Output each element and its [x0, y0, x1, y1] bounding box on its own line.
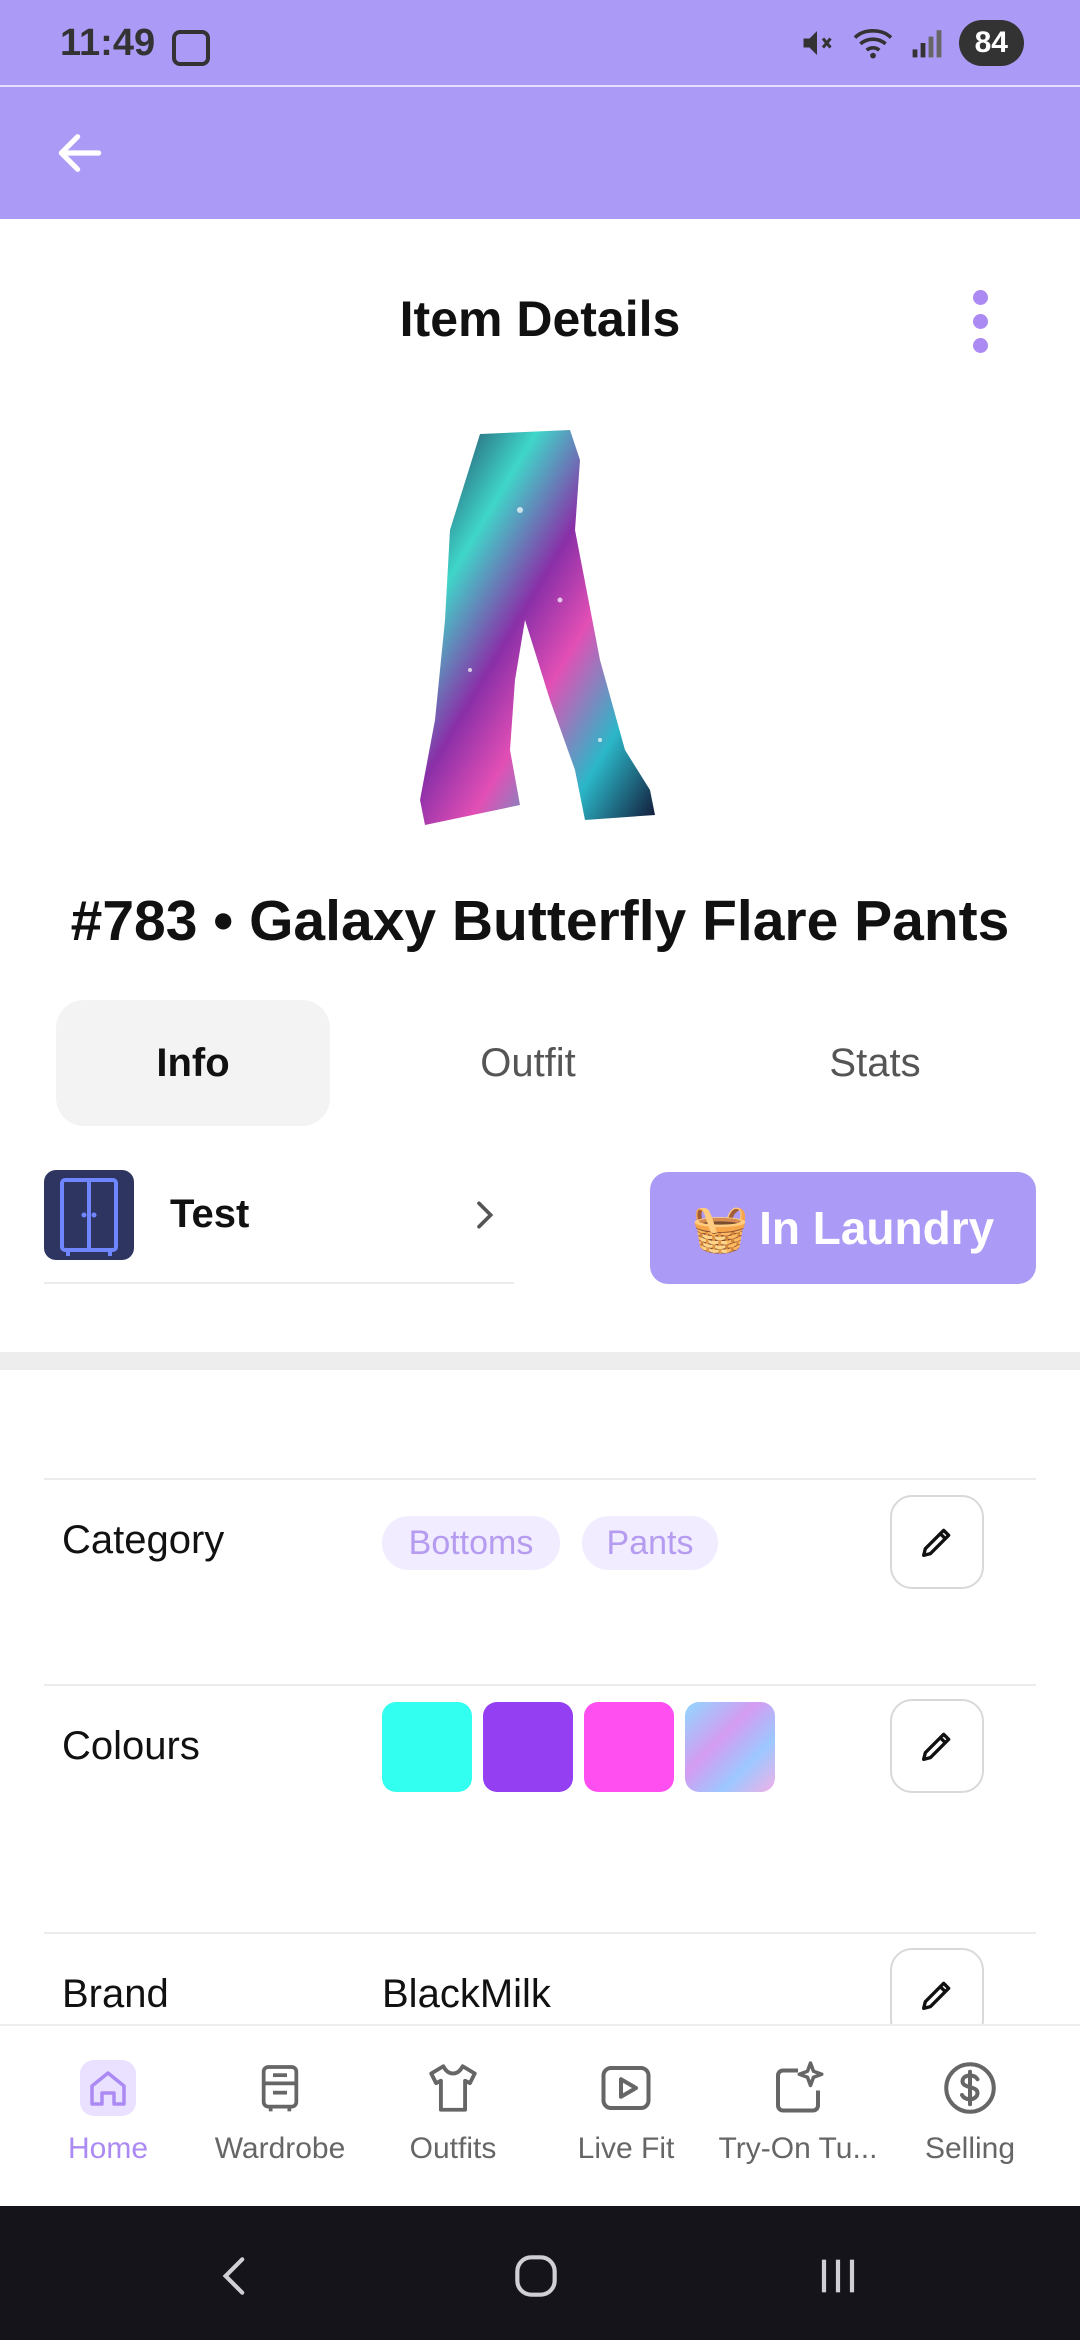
- row-divider: [44, 1932, 1036, 1934]
- tab-info[interactable]: Info: [56, 1000, 330, 1126]
- tab-outfit[interactable]: Outfit: [400, 1000, 656, 1126]
- app-bar: [0, 87, 1080, 219]
- system-navigation-bar: [0, 2206, 1080, 2340]
- status-bar: 11:49 84: [0, 0, 1080, 86]
- brand-label: Brand: [62, 1972, 169, 2016]
- battery-indicator: 84: [958, 20, 1024, 66]
- laundry-label: In Laundry: [759, 1202, 995, 1254]
- system-back-button[interactable]: [196, 2236, 276, 2316]
- sparkle-icon: [766, 2056, 830, 2120]
- wardrobe-icon: [248, 2056, 312, 2120]
- nav-live-fit[interactable]: Live Fit: [540, 2056, 712, 2186]
- nav-wardrobe[interactable]: Wardrobe: [194, 2056, 366, 2186]
- nav-label: Live Fit: [577, 2132, 675, 2165]
- status-icons: 84: [799, 20, 1024, 66]
- row-divider: [44, 1684, 1036, 1686]
- chevron-left-icon: [222, 2257, 245, 2295]
- item-image[interactable]: [400, 420, 680, 850]
- pencil-icon: [922, 1732, 951, 1761]
- nav-label: Outfits: [409, 2132, 497, 2165]
- category-tag: Pants: [582, 1516, 718, 1570]
- wifi-icon: [853, 29, 892, 59]
- colour-swatch-cyan: [382, 1702, 472, 1792]
- status-time: 11:49: [60, 22, 156, 64]
- dot-icon: [972, 313, 988, 329]
- colour-swatch-purple: [483, 1702, 573, 1792]
- wardrobe-selector[interactable]: Test: [44, 1170, 514, 1284]
- system-home-button[interactable]: [496, 2236, 576, 2316]
- more-options-button[interactable]: [950, 284, 1010, 358]
- row-divider: [44, 1478, 1036, 1480]
- signal-icon: [912, 30, 942, 58]
- bottom-navigation: Home Wardrobe Outfits Live Fit Try-On Tu…: [0, 2024, 1080, 2204]
- mute-icon: [803, 31, 832, 55]
- back-arrow-icon: [58, 134, 102, 172]
- nav-label: Wardrobe: [214, 2132, 346, 2165]
- category-label: Category: [62, 1518, 225, 1562]
- item-name: #783 • Galaxy Butterfly Flare Pants: [70, 889, 1010, 953]
- system-recents-button[interactable]: [798, 2236, 878, 2316]
- wardrobe-name: Test: [170, 1192, 250, 1236]
- back-button[interactable]: [44, 117, 116, 189]
- pencil-icon: [922, 1528, 951, 1557]
- section-divider: [0, 1352, 1080, 1370]
- recents-icon: [821, 2259, 855, 2293]
- home-icon: [76, 2056, 140, 2120]
- nav-selling[interactable]: Selling: [884, 2056, 1056, 2186]
- nav-label: Selling: [924, 2132, 1016, 2165]
- wardrobe-icon: [60, 1178, 118, 1256]
- colour-swatch-pink: [584, 1702, 674, 1792]
- nav-outfits[interactable]: Outfits: [367, 2056, 539, 2186]
- edit-category-button[interactable]: [890, 1495, 984, 1589]
- colour-swatch-gradient: [685, 1702, 775, 1792]
- shirt-icon: [421, 2056, 485, 2120]
- pencil-icon: [922, 1981, 951, 2010]
- nav-label: Home: [67, 2132, 149, 2165]
- laundry-status-button[interactable]: 🧺 In Laundry: [650, 1172, 1036, 1284]
- dot-icon: [972, 337, 988, 353]
- home-circle-icon: [515, 2255, 557, 2297]
- chevron-right-icon: [477, 1201, 494, 1229]
- nav-try-on[interactable]: Try-On Tu...: [712, 2056, 884, 2186]
- brand-value: BlackMilk: [382, 1972, 551, 2016]
- page-title: Item Details: [399, 291, 681, 347]
- tab-stats[interactable]: Stats: [750, 1000, 1000, 1126]
- play-icon: [594, 2056, 658, 2120]
- colours-label: Colours: [62, 1724, 200, 1768]
- dot-icon: [972, 289, 988, 305]
- dollar-icon: [938, 2056, 1002, 2120]
- laundry-basket-icon: 🧺: [691, 1201, 750, 1254]
- wardrobe-thumbnail: [44, 1170, 134, 1260]
- screenshot-icon: [172, 30, 210, 66]
- edit-colours-button[interactable]: [890, 1699, 984, 1793]
- category-tag: Bottoms: [382, 1516, 560, 1570]
- nav-label: Try-On Tu...: [718, 2132, 878, 2165]
- nav-home[interactable]: Home: [22, 2056, 194, 2186]
